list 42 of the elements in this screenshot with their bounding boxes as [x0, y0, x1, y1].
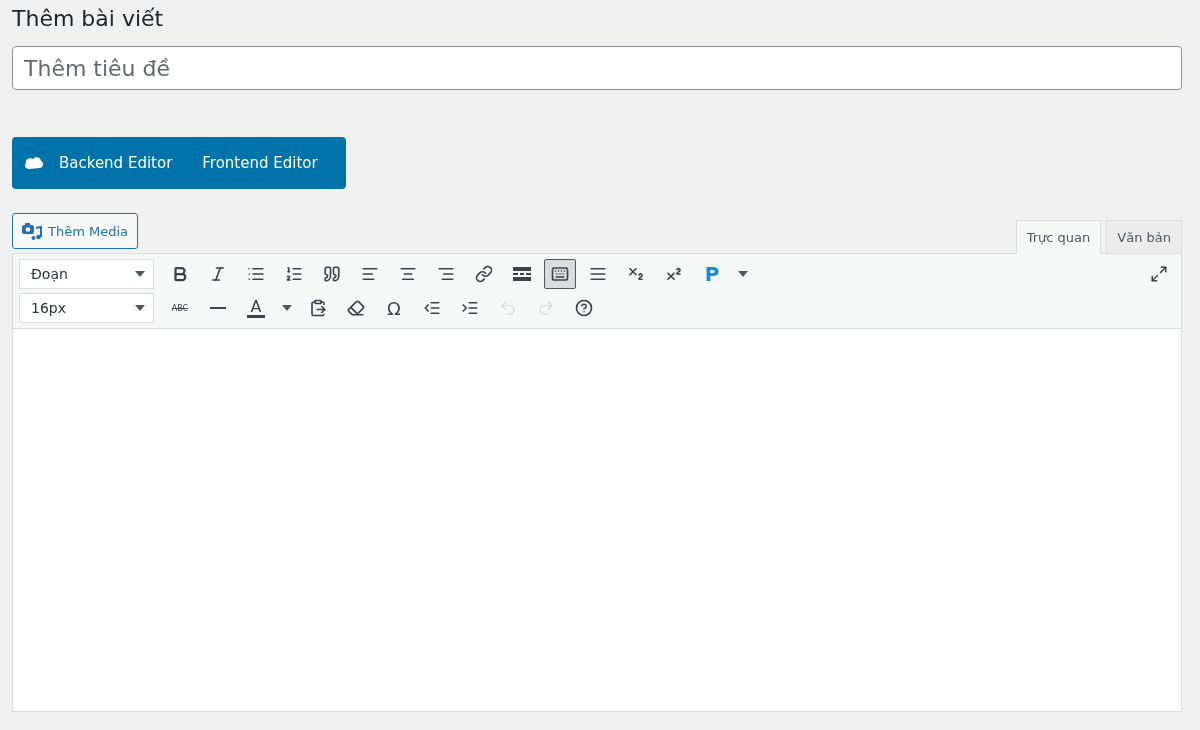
horizontal-line-icon	[210, 307, 226, 309]
strikethrough-button[interactable]: ABC	[164, 293, 196, 323]
editor-tab[interactable]: Văn bản	[1106, 220, 1182, 254]
bold-icon	[171, 265, 189, 283]
toolbar-button[interactable]	[544, 259, 576, 289]
outdent-icon	[423, 299, 441, 317]
help-icon	[575, 299, 593, 317]
page-title: Thêm bài viết	[12, 6, 165, 31]
eraser-icon	[347, 299, 365, 317]
editor-mode-button[interactable]: Backend Editor	[44, 137, 188, 189]
format-select[interactable]: 16px	[19, 293, 154, 323]
caret-icon	[135, 271, 145, 277]
read-more-icon	[513, 267, 531, 281]
title-field[interactable]: Thêm tiêu đề	[12, 46, 1182, 90]
editor-tab[interactable]: Trực quan	[1015, 220, 1102, 254]
align-right-icon	[437, 265, 455, 283]
format-select[interactable]: Đoạn	[19, 259, 154, 289]
redo-icon	[537, 299, 555, 317]
text-color-button[interactable]: A	[240, 293, 272, 323]
caret-icon	[282, 305, 292, 311]
editor-mode-button[interactable]: Frontend Editor	[187, 137, 333, 189]
justify-icon	[589, 265, 607, 283]
caret-icon	[738, 271, 748, 277]
camera-music-icon	[22, 222, 42, 240]
link-icon	[475, 265, 493, 283]
align-center-icon	[399, 265, 417, 283]
align-left-icon	[361, 265, 379, 283]
quote-icon	[323, 265, 341, 283]
bulleted-list-icon	[247, 265, 265, 283]
subscript-icon	[627, 265, 645, 283]
caret-icon	[135, 305, 145, 311]
numbered-list-icon	[285, 265, 303, 283]
superscript-icon	[665, 265, 683, 283]
cloud-icon	[24, 156, 44, 170]
clipboard-icon	[309, 299, 327, 317]
keyboard-icon	[551, 265, 569, 283]
italic-icon	[209, 265, 227, 283]
special-character-button[interactable]: Ω	[378, 293, 410, 323]
add-media-button[interactable]: Thêm Media	[12, 213, 139, 249]
fullscreen-icon	[1150, 265, 1168, 283]
indent-icon	[461, 299, 479, 317]
undo-icon	[499, 299, 517, 317]
